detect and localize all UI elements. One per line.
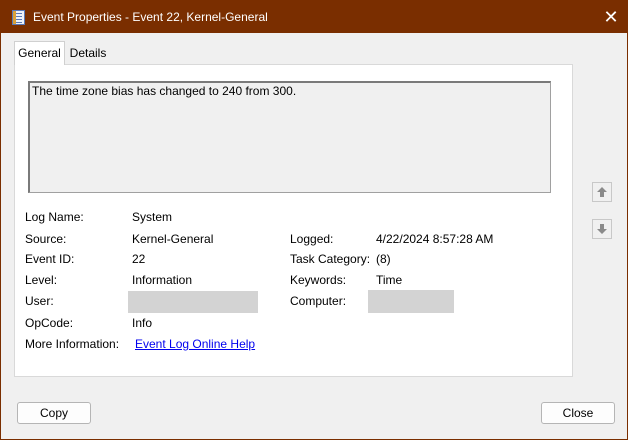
log-name-label: Log Name: — [25, 210, 84, 224]
event-description: The time zone bias has changed to 240 fr… — [32, 84, 297, 98]
computer-value-redacted — [368, 290, 454, 313]
logged-value: 4/22/2024 8:57:28 AM — [376, 232, 494, 246]
opcode-value: Info — [132, 316, 153, 330]
copy-button[interactable]: Copy — [17, 402, 91, 424]
logged-label: Logged: — [290, 232, 334, 246]
next-event-button[interactable] — [592, 219, 612, 239]
user-value-redacted — [128, 291, 258, 313]
tab-details[interactable]: Details — [65, 43, 111, 64]
keywords-label: Keywords: — [290, 273, 347, 287]
arrow-up-icon — [597, 187, 607, 197]
arrow-down-icon — [597, 224, 607, 234]
title-bar[interactable]: Event Properties - Event 22, Kernel-Gene… — [1, 1, 627, 33]
general-panel: The time zone bias has changed to 240 fr… — [14, 64, 573, 377]
task-category-value: (8) — [376, 252, 391, 266]
task-category-label: Task Category: — [290, 252, 371, 266]
event-id-label: Event ID: — [25, 252, 75, 266]
level-label: Level: — [25, 273, 58, 287]
keywords-value: Time — [376, 273, 403, 287]
opcode-label: OpCode: — [25, 316, 74, 330]
window-title: Event Properties - Event 22, Kernel-Gene… — [33, 10, 268, 24]
event-log-online-help-link[interactable]: Event Log Online Help — [135, 337, 255, 351]
event-description-box[interactable]: The time zone bias has changed to 240 fr… — [28, 81, 551, 193]
close-button[interactable]: Close — [541, 402, 615, 424]
level-value: Information — [132, 273, 193, 287]
source-value: Kernel-General — [132, 232, 214, 246]
event-viewer-icon — [12, 10, 25, 25]
tab-general[interactable]: General — [14, 41, 65, 65]
source-label: Source: — [25, 232, 67, 246]
computer-label: Computer: — [290, 294, 347, 308]
user-label: User: — [25, 294, 54, 308]
log-name-value: System — [132, 210, 173, 224]
close-window-button[interactable]: ✕ — [595, 1, 627, 33]
event-properties-window: Event Properties - Event 22, Kernel-Gene… — [0, 0, 628, 440]
more-information-label: More Information: — [25, 337, 120, 351]
previous-event-button[interactable] — [592, 182, 612, 202]
event-id-value: 22 — [132, 252, 146, 266]
